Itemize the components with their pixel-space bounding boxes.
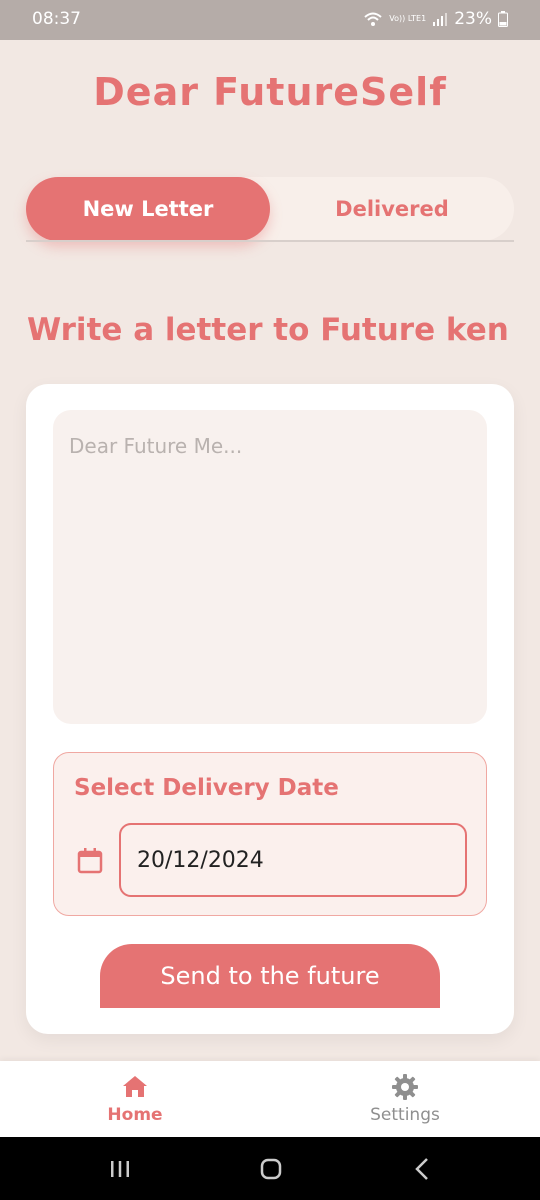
calendar-icon[interactable] [76,847,104,875]
back-icon[interactable] [409,1155,437,1183]
recents-icon[interactable] [106,1155,134,1183]
status-bar: 08:37 Vo)) LTE1 23% [0,0,540,40]
home-button-icon[interactable] [257,1155,285,1183]
battery-icon [498,11,508,27]
wifi-icon [364,12,382,26]
tab-new-letter[interactable]: New Letter [26,177,270,241]
compose-card: Select Delivery Date 20/12/2024 Send to … [26,384,514,1034]
tab-bar: New Letter Delivered [26,177,514,241]
system-nav-bar [0,1137,540,1200]
send-button[interactable]: Send to the future [100,944,440,1008]
status-time: 08:37 [32,9,81,29]
nav-home-label: Home [107,1105,163,1125]
tab-delivered[interactable]: Delivered [270,177,514,241]
nav-settings[interactable]: Settings [270,1061,540,1137]
app-title: Dear FutureSelf [93,70,447,114]
bottom-nav: Home Settings [0,1061,540,1137]
tab-divider [26,240,514,242]
network-label: Vo)) LTE1 [389,14,427,23]
nav-settings-label: Settings [370,1105,440,1125]
signal-icon [433,13,448,26]
letter-input[interactable] [53,410,487,724]
nav-home[interactable]: Home [0,1061,270,1137]
status-icons: Vo)) LTE1 23% [363,9,508,29]
compose-heading: Write a letter to Future ken [27,312,509,348]
delivery-date-section: Select Delivery Date 20/12/2024 [53,752,487,916]
delivery-date-label: Select Delivery Date [74,775,339,801]
gear-icon [392,1074,418,1100]
delivery-date-field[interactable]: 20/12/2024 [119,823,467,897]
home-icon [123,1076,147,1097]
battery-percent: 23% [454,9,492,29]
